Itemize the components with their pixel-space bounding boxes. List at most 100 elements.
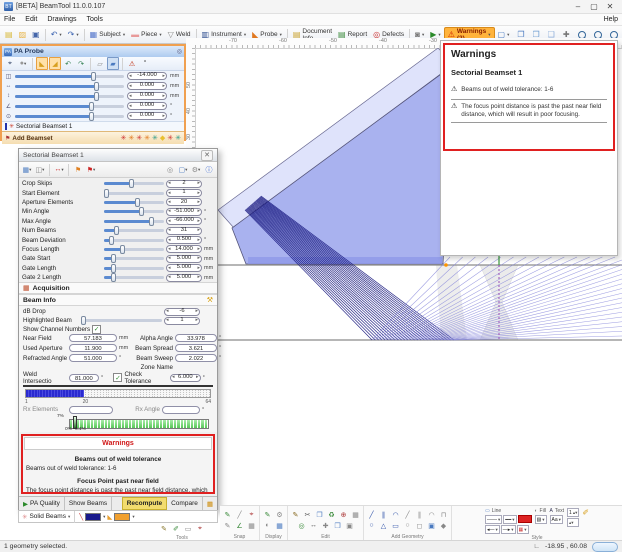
flag-focus-icon[interactable]: ⚑▾: [85, 163, 97, 176]
menu-item-edit[interactable]: Edit: [25, 16, 37, 23]
line-weight-select[interactable]: ━━▾: [503, 515, 516, 524]
add-node-icon[interactable]: ⊕: [338, 510, 349, 520]
param-spinner[interactable]: ◂1▸: [166, 189, 202, 197]
highlighted-beam-slider[interactable]: [81, 319, 162, 322]
add-tofd-beamset-icon[interactable]: ◆: [160, 134, 165, 142]
add-zonal-beamset-icon[interactable]: ✳: [175, 134, 181, 142]
beam-xy-icon[interactable]: ◫▾: [34, 163, 46, 176]
field-value[interactable]: 2.022: [175, 354, 217, 362]
snap-grid-icon[interactable]: ▦: [246, 521, 257, 531]
recompute-button[interactable]: Recompute: [122, 497, 167, 510]
probe-position-spinner[interactable]: ◂0.000▸: [127, 102, 167, 110]
open-folder-button[interactable]: ▨: [16, 28, 30, 42]
pa-probe-pin-icon[interactable]: ◎: [177, 48, 182, 55]
rotate-ccw-icon[interactable]: ↶: [62, 57, 74, 70]
add-static-beamset-icon[interactable]: ✳: [152, 134, 158, 142]
mirror-icon[interactable]: ◎: [296, 521, 307, 531]
add-circle-icon[interactable]: ○: [366, 521, 377, 531]
offset-icon[interactable]: ✚: [320, 521, 331, 531]
settings-gear-icon[interactable]: ⚙▾: [190, 163, 202, 176]
acquisition-header[interactable]: ▦ Acquisition: [19, 282, 217, 294]
wedge-color-dropdown-icon[interactable]: ▾: [132, 514, 134, 520]
param-slider[interactable]: [104, 267, 164, 270]
exit-point-marker[interactable]: [444, 263, 448, 267]
add-compound-beamset-icon[interactable]: ✳: [136, 134, 142, 142]
line-color-swatch[interactable]: [518, 515, 532, 523]
drawing-canvas[interactable]: -70-60-50-40-30 504030 Warnings Sectoria…: [186, 38, 622, 505]
display-grid-icon[interactable]: ▦: [274, 521, 285, 531]
field-value[interactable]: 51.000: [69, 354, 117, 362]
add-sectorial-beamset-icon[interactable]: ✳: [120, 134, 126, 142]
param-slider[interactable]: [104, 192, 164, 195]
highlighted-beam-spinner[interactable]: ◂1▸: [164, 317, 200, 325]
display-shade-icon[interactable]: ◐: [262, 521, 273, 531]
tolerance-warning-icon[interactable]: ⚠: [126, 57, 138, 70]
line-style-select[interactable]: ——▾: [485, 515, 502, 524]
param-slider[interactable]: [104, 257, 164, 260]
snap-angle-icon[interactable]: ∠: [234, 521, 245, 531]
param-spinner[interactable]: ◂20▸: [166, 198, 202, 206]
new-file-button[interactable]: ▤: [2, 28, 16, 42]
rotate-icon[interactable]: ♻: [326, 510, 337, 520]
size-spinner[interactable]: 1▴▾: [567, 508, 579, 517]
param-spinner[interactable]: ◂5.000▸: [166, 274, 202, 282]
solid-beams-label[interactable]: Solid Beams: [29, 513, 66, 520]
save-button[interactable]: ▣: [29, 28, 43, 42]
field-value[interactable]: 33.978: [175, 334, 217, 342]
field-value[interactable]: 11.900: [69, 344, 117, 352]
beam-color-swatch[interactable]: [85, 513, 101, 521]
add-depth-beamset-icon[interactable]: ✳: [144, 134, 150, 142]
add-circle-free-icon[interactable]: ○: [402, 521, 413, 531]
wrench-icon[interactable]: ⚒: [207, 296, 213, 304]
undo-button[interactable]: ↶▾: [48, 28, 65, 42]
magnet-tool-icon[interactable]: ⌖: [195, 524, 206, 534]
menu-item-drawings[interactable]: Drawings: [47, 16, 76, 23]
degree-icon[interactable]: °: [139, 57, 151, 70]
cut-icon[interactable]: ✂: [302, 510, 313, 520]
pa-probe-header[interactable]: PA PA Probe ◎: [2, 46, 184, 57]
param-spinner[interactable]: ◂-66.000▸: [166, 217, 202, 225]
param-slider[interactable]: [104, 248, 164, 251]
material-sphere-icon[interactable]: ●▾: [17, 57, 29, 70]
compare-button[interactable]: Compare: [167, 497, 203, 510]
rotate-cw-icon[interactable]: ↷: [75, 57, 87, 70]
probe-angled-icon[interactable]: ◢: [49, 57, 61, 70]
add-polyline-free-icon[interactable]: ∥: [414, 510, 425, 520]
show-channel-checkbox[interactable]: ✓: [92, 325, 101, 334]
add-image-icon[interactable]: ◆: [438, 521, 449, 531]
wedge-shape[interactable]: [232, 66, 452, 264]
draw-tool-icon[interactable]: ✐: [171, 524, 182, 534]
select-tool-icon[interactable]: ✎: [159, 524, 170, 534]
param-spinner[interactable]: ◂0.500▸: [166, 236, 202, 244]
add-beamset-label[interactable]: Add Beamset: [12, 135, 52, 142]
db-drop-spinner[interactable]: ◂-6▸: [164, 308, 200, 316]
param-spinner[interactable]: ◂5.000▸: [166, 255, 202, 263]
copy-icon[interactable]: ❐: [314, 510, 325, 520]
param-spinner[interactable]: ◂2▸: [166, 180, 202, 188]
menu-item-file[interactable]: File: [4, 16, 15, 23]
add-polygon-icon[interactable]: △: [378, 521, 389, 531]
array-icon[interactable]: ▦: [350, 510, 361, 520]
param-slider[interactable]: [104, 220, 164, 223]
skew-right-icon[interactable]: ▰: [107, 57, 119, 70]
menu-item-tools[interactable]: Tools: [87, 16, 103, 23]
param-slider[interactable]: [104, 239, 164, 242]
redo-button[interactable]: ↷▾: [65, 28, 82, 42]
add-arc-free-icon[interactable]: ◠: [426, 510, 437, 520]
probe-normal-icon[interactable]: ◣: [36, 57, 48, 70]
param-spinner[interactable]: ◂5.000▸: [166, 264, 202, 272]
probe-position-spinner[interactable]: ◂0.000▸: [127, 82, 167, 90]
field-value[interactable]: 57.183: [69, 334, 117, 342]
target-icon[interactable]: ◎: [164, 163, 176, 176]
menu-help[interactable]: Help: [604, 16, 618, 23]
text-style-select[interactable]: Aa▾: [550, 515, 563, 524]
pa-beamset-item[interactable]: ✳ Sectorial Beamset 1: [2, 121, 184, 131]
param-slider[interactable]: [104, 182, 164, 185]
add-label-icon[interactable]: ▣: [426, 521, 437, 531]
snap-edge-icon[interactable]: ✎: [222, 521, 233, 531]
beam-table-icon[interactable]: ▦▾: [21, 163, 33, 176]
edit-draw-icon[interactable]: ✎: [290, 510, 301, 520]
line-palette-select[interactable]: ▦▾: [517, 525, 529, 534]
element-strip[interactable]: [25, 389, 211, 398]
probe-position-slider[interactable]: [15, 75, 124, 78]
